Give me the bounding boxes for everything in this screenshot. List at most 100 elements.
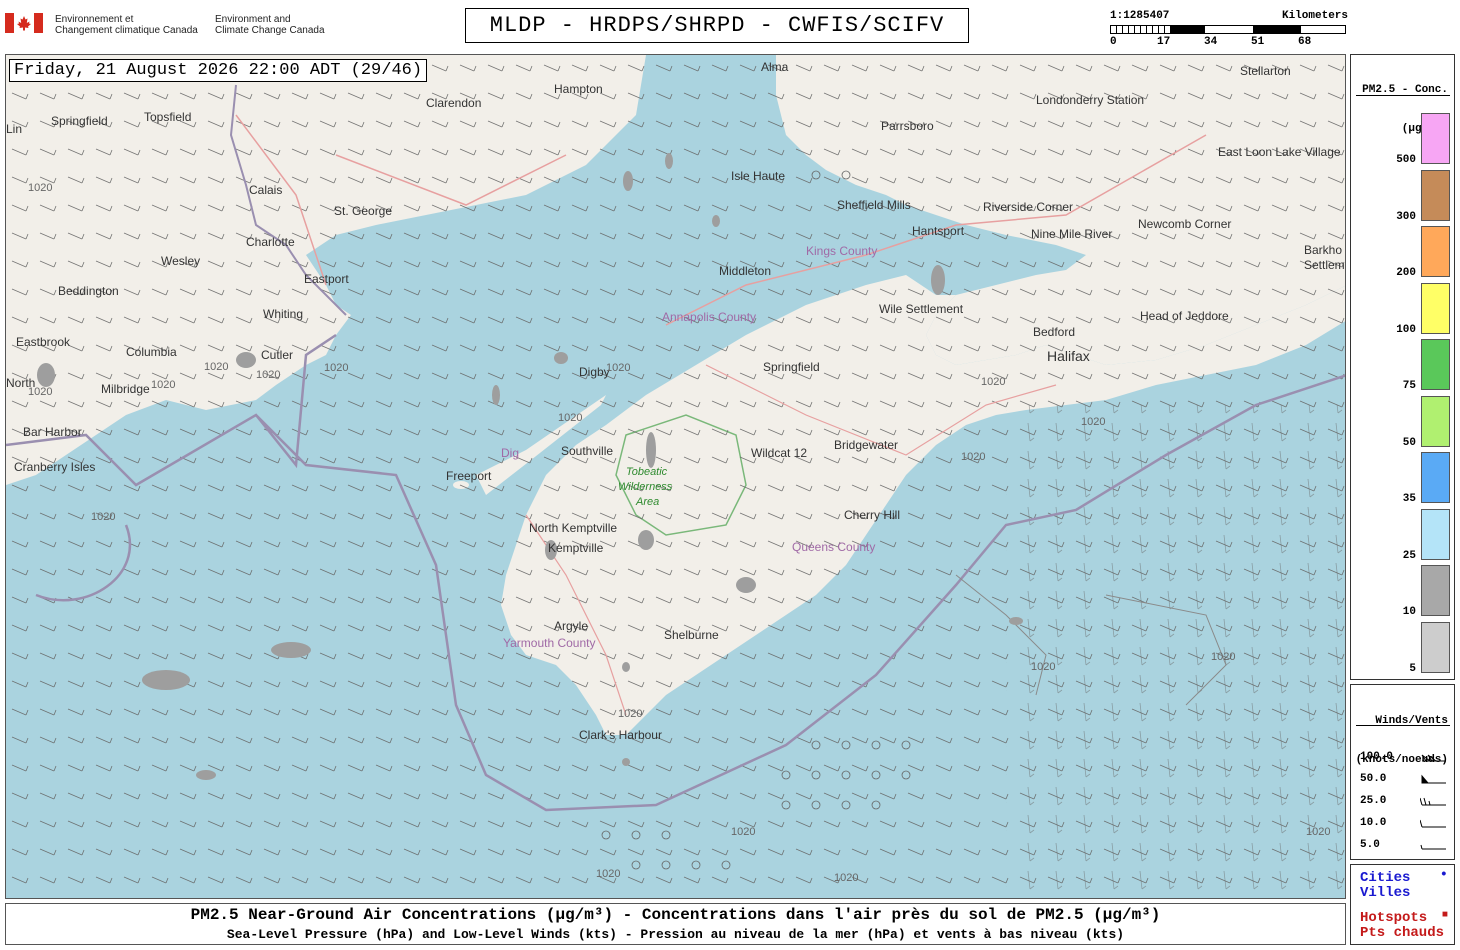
pm25-legend-label: 5	[1409, 662, 1416, 675]
hotspots-label-fr: Pts chauds	[1360, 925, 1445, 941]
park-label: Wilderness	[618, 481, 673, 493]
pm25-legend-label: 100	[1396, 323, 1416, 336]
place-label: Parrsboro	[881, 119, 934, 133]
wind-speed-label: 50.0	[1360, 773, 1387, 785]
scale-bar-graphic	[1110, 25, 1346, 34]
wind-barb-25-icon	[1420, 797, 1446, 806]
place-label: Hampton	[554, 82, 603, 96]
place-label: Cranberry Isles	[14, 460, 95, 474]
place-label: Bedford	[1033, 325, 1075, 339]
place-label: Isle Haute	[731, 169, 785, 183]
place-label: St. George	[334, 204, 392, 218]
map-view[interactable]: Clarendon Hampton Alma Stellarton Spring…	[5, 54, 1346, 899]
wind-legend-row: 50.0	[1360, 773, 1452, 789]
scale-seg-3	[1253, 26, 1301, 33]
canada-flag-icon	[5, 13, 43, 33]
pm25-legend-label: 25	[1402, 549, 1416, 562]
isobar-label: 1020	[28, 386, 52, 398]
place-label: Southville	[561, 444, 613, 458]
scale-tick: 17	[1157, 36, 1171, 48]
pm25-legend-swatch	[1421, 508, 1450, 560]
place-label: Bar Harbor	[23, 425, 82, 439]
county-label: Annapolis County	[662, 310, 756, 324]
pm25-legend-label: 500	[1396, 154, 1416, 166]
footer-caption: PM2.5 Near-Ground Air Concentrations (µg…	[5, 903, 1346, 945]
isobar-label: 1020	[256, 369, 280, 381]
county-label: Queens County	[792, 540, 875, 554]
scale-seg-1	[1111, 26, 1166, 33]
place-label: Middleton	[719, 264, 771, 278]
map-canvas[interactable]: Clarendon Hampton Alma Stellarton Spring…	[6, 55, 1346, 899]
pm25-legend-swatch	[1421, 395, 1450, 447]
isobar-label: 1020	[961, 451, 985, 463]
wind-speed-label: 25.0	[1360, 795, 1387, 807]
org-name-en: Environment and Climate Change Canada	[215, 14, 325, 36]
scale-tick: 34	[1204, 36, 1218, 48]
wind-barb-10-icon	[1420, 819, 1446, 828]
place-label: Hantsport	[912, 224, 965, 238]
place-label: Head of Jeddore	[1140, 309, 1229, 323]
place-label: Barkho	[1304, 243, 1342, 257]
scale-bar: 1:1285407 Kilometers 0 17 34 51 68	[1110, 10, 1350, 50]
place-label: Settlem	[1304, 258, 1345, 272]
pm25-legend-swatch	[1421, 339, 1450, 390]
pm25-legend-swatch	[1421, 565, 1450, 616]
place-label: Springfield	[51, 114, 108, 128]
hotspot-square-icon: ■	[1441, 910, 1448, 921]
place-label: Lin	[6, 122, 22, 136]
place-label: Wildcat 12	[751, 446, 807, 460]
scale-ratio: 1:1285407	[1110, 10, 1170, 22]
place-label: Cutler	[261, 348, 293, 362]
pm25-legend-swatch	[1421, 169, 1450, 221]
cities-legend: Cities Villes • Hotspots Pts chauds ■	[1350, 864, 1455, 945]
wind-barb-50-icon	[1421, 774, 1446, 784]
isobar-label: 1020	[596, 868, 620, 880]
county-label: Kings County	[806, 244, 877, 258]
place-label: Londonderry Station	[1036, 93, 1144, 107]
place-label: Whiting	[263, 307, 303, 321]
pm25-legend-label: 200	[1396, 267, 1416, 279]
park-label: Area	[635, 496, 659, 508]
place-label: Clark's Harbour	[579, 728, 662, 742]
place-label: Charlotte	[246, 235, 295, 249]
place-label: Stellarton	[1240, 64, 1291, 78]
isobar-label: 1020	[151, 379, 175, 391]
place-label: Topsfield	[144, 110, 191, 124]
cities-label-en: Cities	[1360, 870, 1411, 886]
place-label: North Kemptville	[529, 521, 617, 535]
place-label: Calais	[249, 183, 282, 197]
pm25-legend-swatch	[1421, 282, 1450, 334]
pm25-legend-label: 10	[1402, 606, 1416, 618]
place-label: Riverside Corner	[983, 200, 1073, 214]
place-label: Freeport	[446, 469, 492, 483]
place-label: Eastbrook	[16, 335, 71, 349]
isobar-label: 1020	[606, 362, 630, 374]
pm25-legend-swatch	[1421, 621, 1450, 673]
place-label: Wile Settlement	[879, 302, 964, 316]
isobar-label: 1020	[558, 412, 582, 424]
product-title: MLDP - HRDPS/SHRPD - CWFIS/SCIFV	[465, 8, 969, 43]
isobar-label: 1020	[1211, 651, 1235, 663]
isobar-label: 1020	[324, 362, 348, 374]
pm25-legend-swatch	[1421, 226, 1450, 277]
isobar-label: 1020	[981, 376, 1005, 388]
eccc-logo: Environnement et Changement climatique C…	[5, 13, 335, 37]
wind-barbs-east	[1006, 405, 1345, 898]
place-label: Columbia	[126, 345, 177, 359]
isobar-label: 1020	[91, 511, 115, 523]
isobar-label: 1020	[1081, 416, 1105, 428]
pm25-legend-label: 75	[1402, 380, 1416, 392]
wind-speed-label: 5.0	[1360, 839, 1380, 851]
city-dot-icon: •	[1439, 867, 1448, 883]
footer-line-1: PM2.5 Near-Ground Air Concentrations (µg…	[190, 906, 1161, 924]
place-label: Clarendon	[426, 96, 481, 110]
legend-divider	[1356, 95, 1450, 96]
wind-speed-label: 100.0	[1360, 751, 1394, 763]
isobar-label: 1020	[618, 708, 642, 720]
county-label: Yarmouth County	[503, 636, 596, 650]
pm25-legend-swatch	[1421, 452, 1450, 503]
isobar-label: 1020	[1031, 661, 1055, 673]
scale-unit: Kilometers	[1281, 10, 1348, 22]
legend-divider	[1356, 725, 1450, 726]
place-label: Bridgewater	[834, 438, 898, 452]
